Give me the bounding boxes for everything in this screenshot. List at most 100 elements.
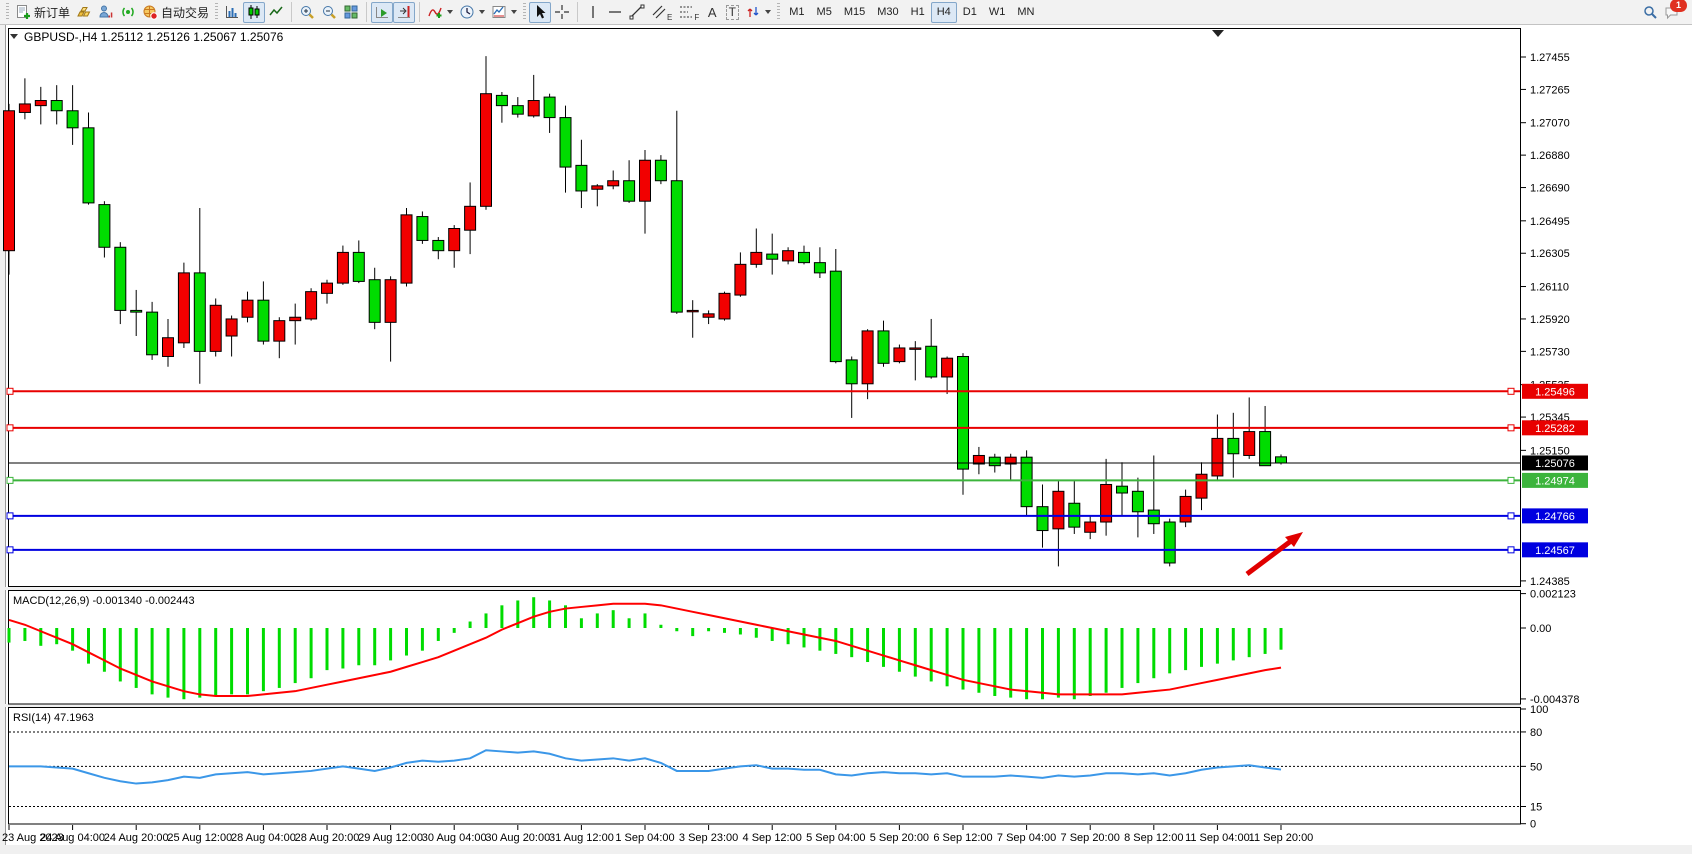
zoom-out-button[interactable]: [318, 2, 340, 23]
candle-body: [910, 348, 921, 349]
trendline-tool-button[interactable]: [626, 2, 648, 23]
candle-body: [767, 254, 778, 259]
date-axis-label: 31 Aug 12:00: [549, 832, 614, 844]
auto-scroll-icon: [374, 4, 390, 20]
fibonacci-tool-button[interactable]: F: [675, 2, 702, 23]
candle-body: [640, 160, 651, 201]
candle-body: [1212, 438, 1223, 476]
zoom-in-button[interactable]: [296, 2, 318, 23]
candle-body: [1276, 457, 1287, 463]
date-axis-label: 5 Sep 04:00: [806, 832, 865, 844]
tile-windows-button[interactable]: [340, 2, 362, 23]
chart-title: GBPUSD-,H4 1.25112 1.25126 1.25067 1.250…: [24, 30, 284, 44]
candle-body: [369, 280, 380, 323]
candle-body: [178, 273, 189, 343]
bar-chart-icon: [224, 4, 240, 20]
candle-body: [35, 101, 46, 106]
hline-handle[interactable]: [1508, 513, 1514, 519]
timeframe-MN[interactable]: MN: [1011, 2, 1040, 23]
chevron-down-icon: [511, 10, 517, 14]
arrows-tool-button[interactable]: [742, 2, 774, 23]
candle-body: [799, 252, 810, 262]
candle-body: [115, 247, 126, 310]
price-tag-label: 1.25282: [1535, 423, 1575, 435]
trader-button[interactable]: [95, 2, 117, 23]
chart-window: 1.274551.272651.270701.268801.266901.264…: [0, 25, 1692, 859]
candle-body: [926, 346, 937, 377]
text-label-tool-button[interactable]: T: [722, 2, 742, 23]
timeframe-M15[interactable]: M15: [838, 2, 871, 23]
equidistant-channel-tool-button[interactable]: E: [648, 2, 675, 23]
candle-body: [1196, 474, 1207, 498]
line-chart-button[interactable]: [265, 2, 287, 23]
candle-body: [433, 240, 444, 250]
autotrade-button[interactable]: 自动交易: [139, 2, 212, 23]
toolbar-grip: [215, 3, 218, 21]
hline-handle[interactable]: [7, 477, 13, 483]
candle-body: [353, 252, 364, 281]
price-tag-label: 1.25496: [1535, 386, 1575, 398]
autotrade-label: 自动交易: [161, 4, 209, 21]
signal-button[interactable]: [117, 2, 139, 23]
candle-body: [401, 215, 412, 283]
trader-chart-icon: [98, 4, 114, 20]
template-icon: [491, 4, 507, 20]
periods-button[interactable]: [456, 2, 488, 23]
hline-handle[interactable]: [7, 425, 13, 431]
date-axis-label: 7 Sep 04:00: [997, 832, 1056, 844]
text-tool-button[interactable]: A: [702, 2, 722, 23]
bar-chart-button[interactable]: [221, 2, 243, 23]
templates-button[interactable]: [488, 2, 520, 23]
hline-handle[interactable]: [7, 547, 13, 553]
price-axis-label: 1.26110: [1530, 282, 1569, 294]
chart-shift-button[interactable]: [393, 2, 415, 23]
candle-body: [958, 356, 969, 469]
timeframe-M1[interactable]: M1: [783, 2, 810, 23]
vertical-line-tool-button[interactable]: [582, 2, 604, 23]
price-axis-label: 1.26690: [1530, 183, 1570, 195]
cursor-tool-button[interactable]: [529, 2, 551, 23]
timeframe-D1[interactable]: D1: [957, 2, 983, 23]
indicators-button[interactable]: [424, 2, 456, 23]
price-tag-label: 1.25076: [1535, 458, 1575, 470]
timeframe-H4[interactable]: H4: [931, 2, 957, 23]
hline-handle[interactable]: [7, 388, 13, 394]
timeframe-M30[interactable]: M30: [871, 2, 904, 23]
candle-body: [1085, 522, 1096, 532]
crosshair-tool-button[interactable]: [551, 2, 573, 23]
candlestick-chart-button[interactable]: [243, 2, 265, 23]
candle-body: [1244, 432, 1255, 456]
candle-body: [878, 331, 889, 363]
auto-scroll-button[interactable]: [371, 2, 393, 23]
gold-button[interactable]: [73, 2, 95, 23]
price-axis-label: 1.26305: [1530, 248, 1570, 260]
horizontal-line-tool-button[interactable]: [604, 2, 626, 23]
hline-handle[interactable]: [1508, 547, 1514, 553]
candlestick-chart-icon: [246, 4, 262, 20]
timeframe-H1[interactable]: H1: [905, 2, 931, 23]
candle-body: [560, 118, 571, 167]
hline-handle[interactable]: [7, 513, 13, 519]
search-button[interactable]: [1639, 2, 1661, 23]
candle-body: [147, 312, 158, 355]
hline-handle[interactable]: [1508, 388, 1514, 394]
cursor-icon: [532, 4, 548, 20]
zoom-out-icon: [321, 4, 337, 20]
timeframe-M5[interactable]: M5: [811, 2, 838, 23]
candle-body: [1037, 507, 1048, 531]
candle-body: [942, 358, 953, 377]
chart-canvas[interactable]: 1.274551.272651.270701.268801.266901.264…: [0, 25, 1692, 854]
hline-handle[interactable]: [1508, 425, 1514, 431]
price-axis-label: 1.27455: [1530, 52, 1570, 64]
hline-handle[interactable]: [1508, 477, 1514, 483]
timeframe-W1[interactable]: W1: [983, 2, 1012, 23]
notifications-button[interactable]: 1: [1661, 2, 1683, 23]
candle-body: [1021, 457, 1032, 506]
candle-body: [51, 101, 62, 111]
candle-body: [751, 252, 762, 264]
price-axis-label: 1.25920: [1530, 314, 1570, 326]
new-order-button[interactable]: 新订单: [12, 2, 73, 23]
autotrade-globe-icon: [142, 4, 158, 20]
notification-badge: 1: [1670, 0, 1687, 12]
price-axis-label: 1.27070: [1530, 118, 1570, 130]
